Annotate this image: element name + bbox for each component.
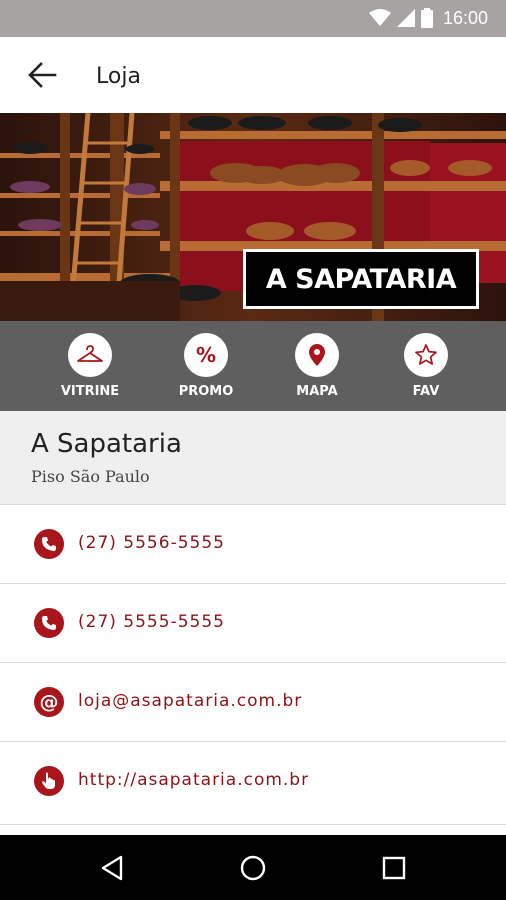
mapa-button[interactable]: MAPA (272, 333, 362, 399)
fav-label: FAV (412, 384, 440, 399)
contact-row-phone-1[interactable]: (27) 5556-5555 (0, 504, 506, 583)
at-icon: @ (34, 687, 64, 717)
vitrine-button[interactable]: VITRINE (45, 333, 135, 399)
vitrine-circle[interactable] (68, 333, 112, 377)
promo-circle[interactable]: % (184, 333, 228, 377)
back-button[interactable] (22, 55, 62, 95)
contact-row-email[interactable]: @ loja@asapataria.com.br (0, 662, 506, 741)
arrow-back-icon[interactable] (27, 60, 57, 90)
status-bar: 16:00 (0, 0, 506, 37)
nav-home-button[interactable] (236, 851, 270, 885)
contact-row-website[interactable]: http://asapataria.com.br (0, 741, 506, 825)
map-pin-icon (309, 344, 325, 366)
battery-icon (420, 8, 433, 28)
store-banner-image: A SAPATARIA (0, 113, 506, 321)
status-time: 16:00 (442, 7, 488, 28)
store-name: A Sapataria (31, 429, 182, 459)
mapa-label: MAPA (296, 384, 338, 399)
phone-icon (34, 529, 64, 559)
website-link[interactable]: http://asapataria.com.br (78, 770, 309, 790)
signal-icon (396, 9, 415, 27)
mapa-circle[interactable] (295, 333, 339, 377)
percent-icon: % (195, 343, 217, 367)
brand-logo: A SAPATARIA (243, 249, 479, 309)
app-bar: Loja (0, 37, 506, 113)
recents-square-icon[interactable] (382, 856, 406, 880)
home-circle-icon[interactable] (239, 854, 267, 882)
phone-number-2[interactable]: (27) 5555-5555 (78, 612, 225, 632)
nav-recents-button[interactable] (377, 851, 411, 885)
vitrine-label: VITRINE (60, 384, 120, 399)
wifi-icon (368, 9, 391, 26)
promo-label: PROMO (178, 384, 234, 399)
back-triangle-icon[interactable] (100, 855, 126, 881)
pointer-icon (34, 766, 64, 796)
phone-icon (34, 608, 64, 638)
fav-circle[interactable] (404, 333, 448, 377)
hanger-icon (77, 345, 103, 362)
page-title: Loja (96, 64, 141, 89)
email-address[interactable]: loja@asapataria.com.br (78, 691, 302, 711)
nav-back-button[interactable] (96, 851, 130, 885)
navigation-bar (0, 835, 506, 900)
action-bar: VITRINE % PROMO MAPA FAV (0, 321, 506, 411)
promo-button[interactable]: % PROMO (161, 333, 251, 399)
fav-button[interactable]: FAV (381, 333, 471, 399)
contact-row-phone-2[interactable]: (27) 5555-5555 (0, 583, 506, 662)
status-icons: 16:00 (368, 6, 488, 30)
phone-number-1[interactable]: (27) 5556-5555 (78, 533, 225, 553)
store-header: A Sapataria Piso São Paulo (0, 411, 506, 504)
star-icon (415, 344, 437, 365)
store-location: Piso São Paulo (31, 467, 150, 486)
